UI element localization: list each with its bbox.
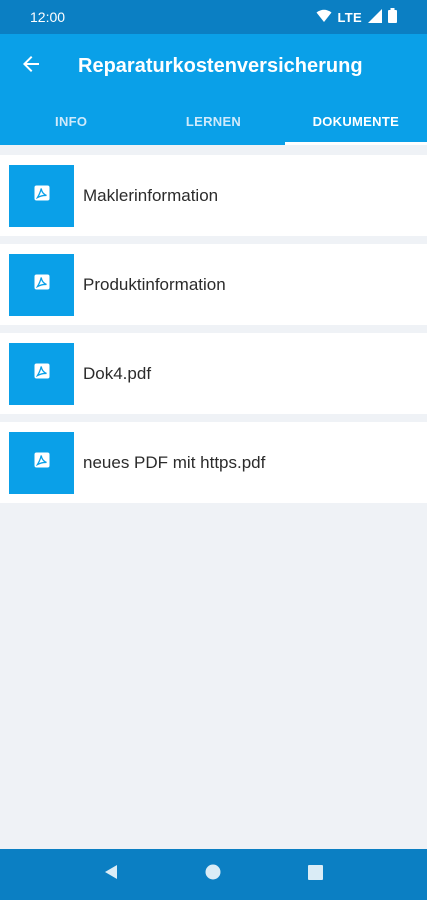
page-title: Reparaturkostenversicherung <box>78 54 363 77</box>
document-thumbnail <box>9 431 74 494</box>
arrow-left-icon <box>19 52 43 81</box>
tab-label: DOKUMENTE <box>312 114 400 129</box>
network-type: LTE <box>337 9 362 25</box>
document-list: Maklerinformation Produktinformation Dok… <box>0 155 427 511</box>
nav-back-button[interactable] <box>91 855 131 895</box>
back-button[interactable] <box>0 34 62 98</box>
pdf-icon <box>34 185 50 206</box>
document-thumbnail <box>9 342 74 405</box>
recents-square-icon <box>308 864 324 885</box>
document-thumbnail <box>9 253 74 316</box>
pdf-icon <box>34 363 50 384</box>
tab-dokumente[interactable]: DOKUMENTE <box>284 98 427 145</box>
app-bar: Reparaturkostenversicherung <box>0 34 427 98</box>
document-name: Dok4.pdf <box>83 363 152 383</box>
pdf-icon <box>34 452 50 473</box>
signal-icon <box>368 8 382 26</box>
list-item[interactable]: Dok4.pdf <box>0 333 427 414</box>
status-time: 12:00 <box>30 9 66 25</box>
document-name: neues PDF mit https.pdf <box>83 452 266 472</box>
tab-label: LERNEN <box>185 114 242 129</box>
back-triangle-icon <box>104 864 118 885</box>
tab-lernen[interactable]: LERNEN <box>142 98 284 145</box>
list-item[interactable]: Maklerinformation <box>0 155 427 236</box>
document-name: Produktinformation <box>83 274 226 294</box>
nav-recents-button[interactable] <box>296 855 336 895</box>
tab-label: INFO <box>55 114 88 129</box>
status-bar: 12:00 LTE <box>0 0 427 34</box>
tab-info[interactable]: INFO <box>0 98 142 145</box>
tab-bar: INFO LERNEN DOKUMENTE <box>0 98 427 145</box>
battery-icon <box>388 8 397 26</box>
wifi-icon <box>316 9 332 26</box>
nav-home-button[interactable] <box>193 855 233 895</box>
document-thumbnail <box>9 164 74 227</box>
status-icons: LTE <box>316 8 397 26</box>
home-circle-icon <box>205 864 221 885</box>
document-name: Maklerinformation <box>83 185 219 205</box>
pdf-icon <box>34 274 50 295</box>
list-item[interactable]: Produktinformation <box>0 244 427 325</box>
list-item[interactable]: neues PDF mit https.pdf <box>0 422 427 503</box>
system-nav-bar <box>0 849 427 900</box>
